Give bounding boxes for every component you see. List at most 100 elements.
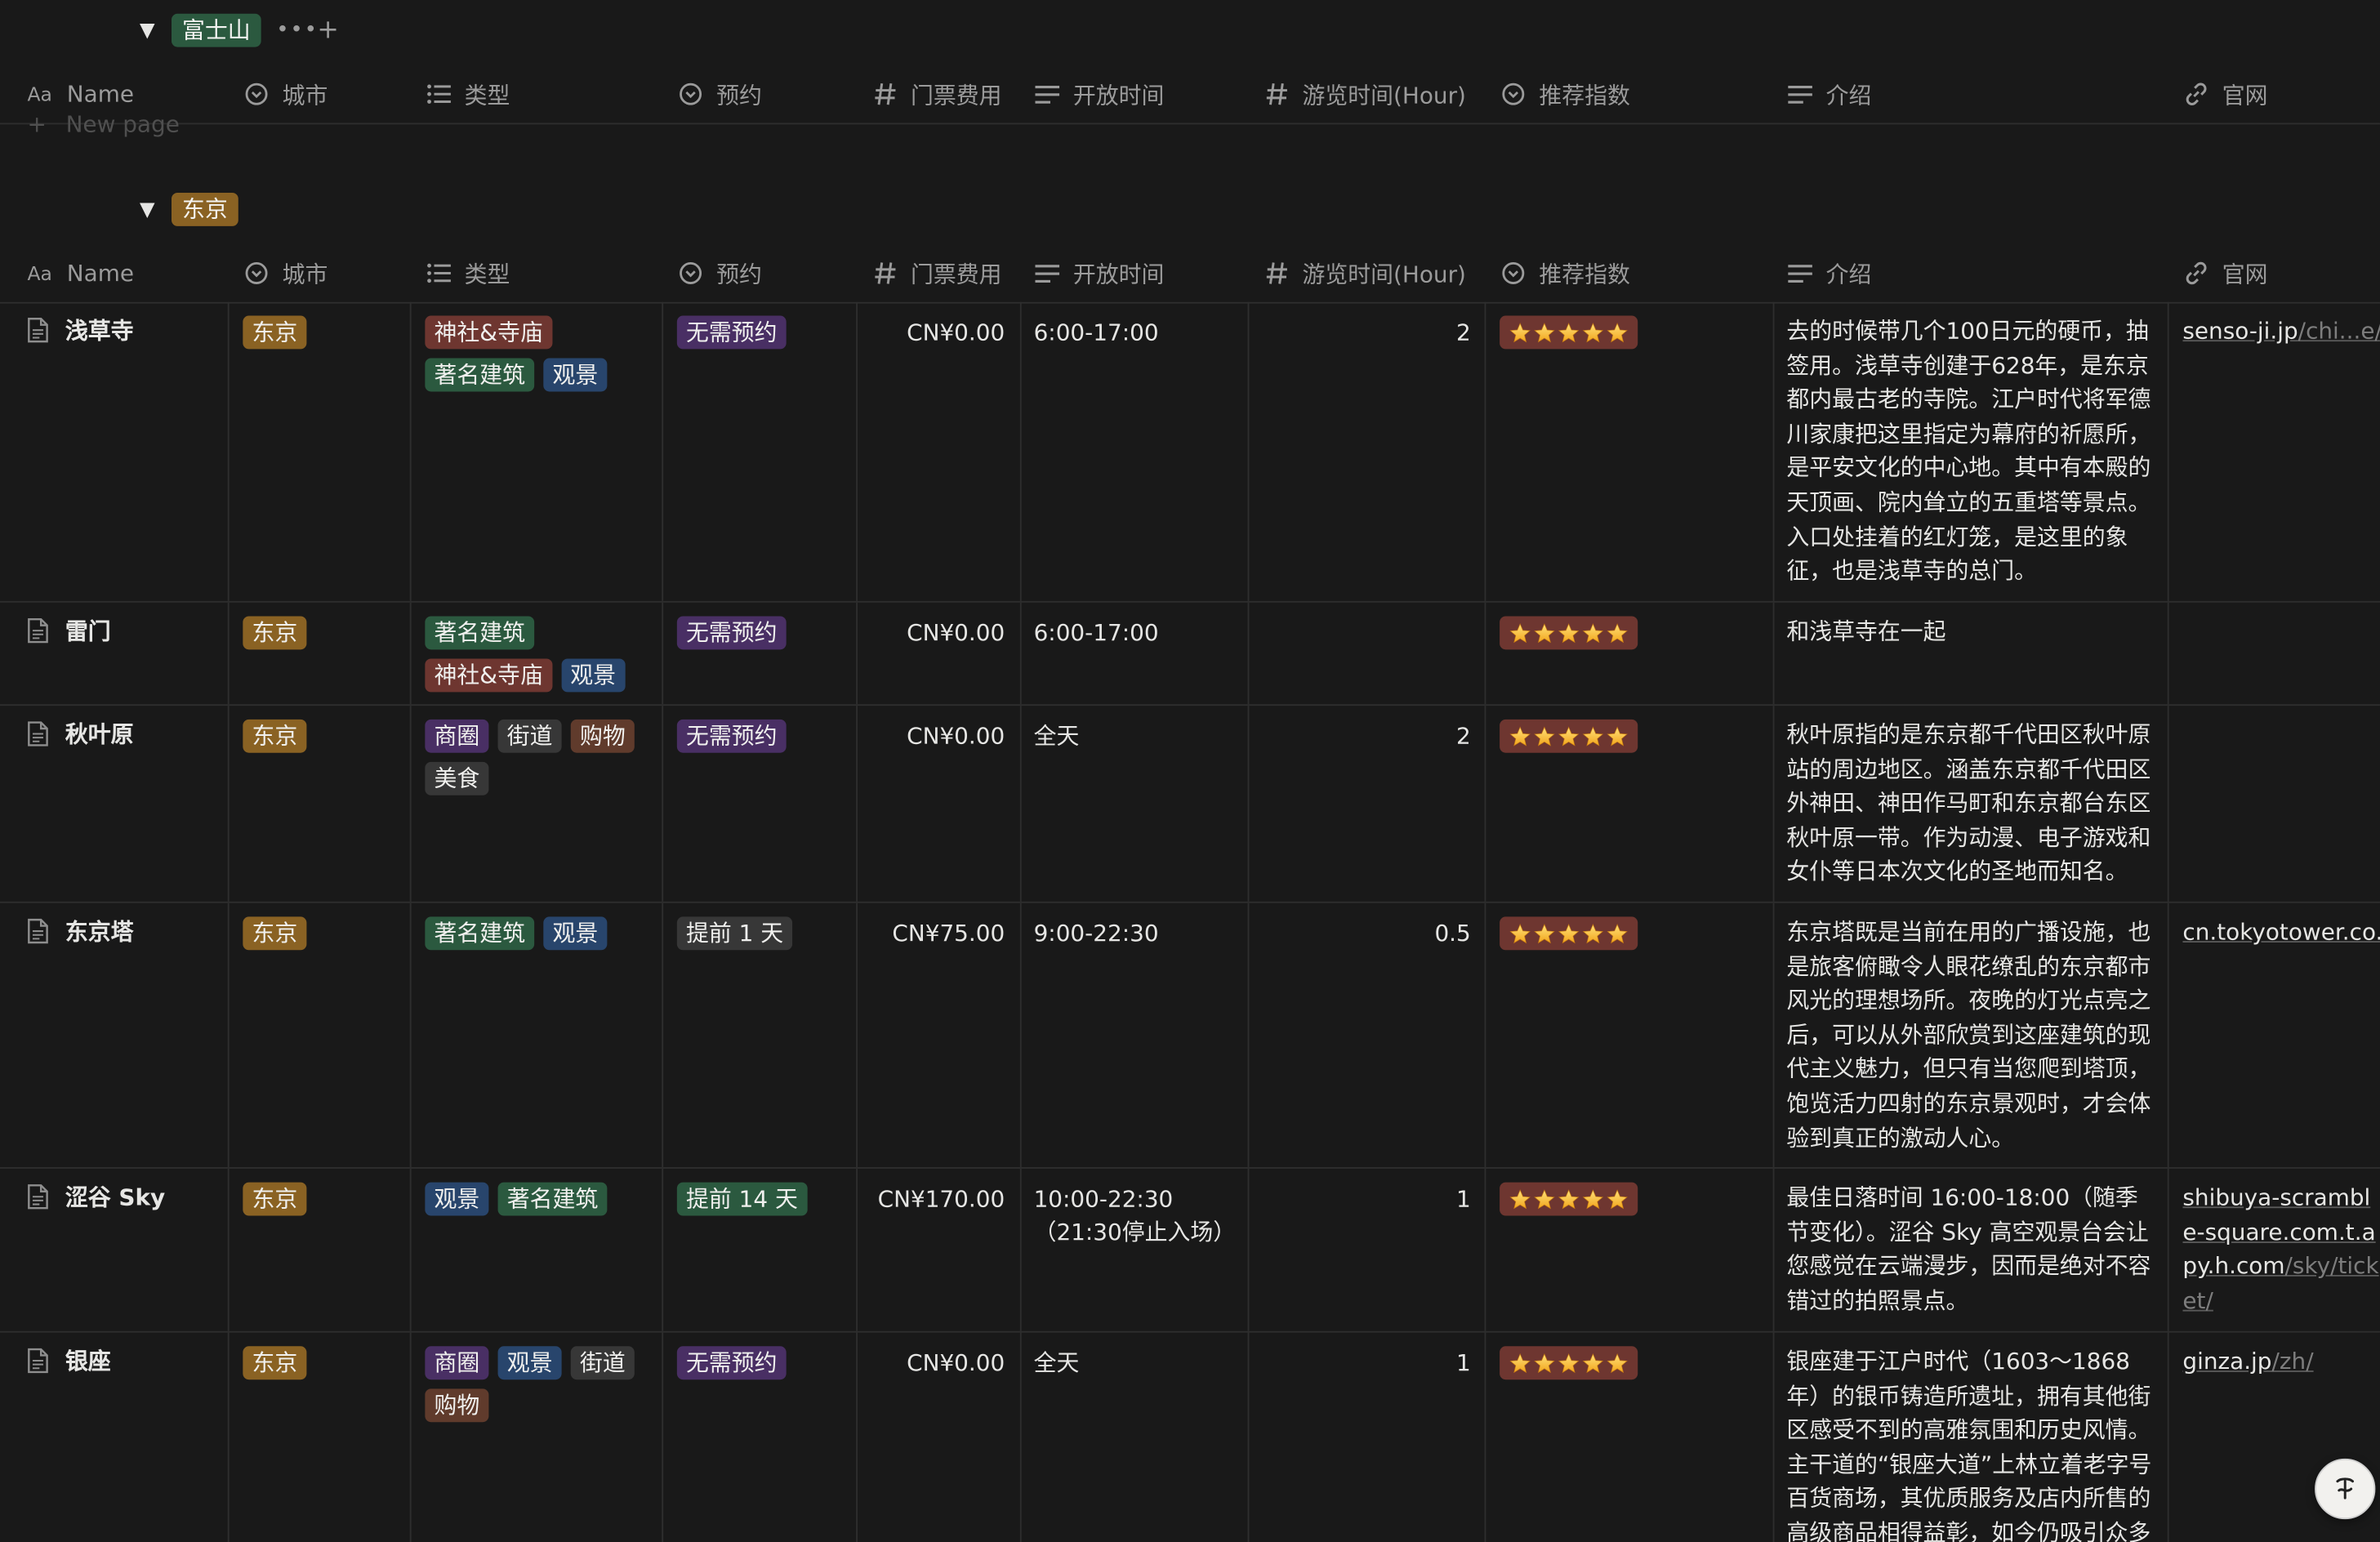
website-link-path[interactable]: /chi...e/k [2298, 317, 2380, 344]
cell-duration[interactable]: 2 [1248, 302, 1471, 348]
table-row[interactable]: 银座 东京 商圈 观景 街道 购物 无需预约 CN¥0.00 全天 1 银座建于江户时代（1603～… [0, 1332, 2380, 1542]
cell-website[interactable]: cn.tokyotower.co.jp [2182, 903, 2380, 950]
column-header-fee[interactable]: 门票费用 [871, 244, 1002, 302]
column-header-intro[interactable]: 介绍 [1786, 244, 1871, 302]
column-header-hours[interactable]: 开放时间 [1034, 244, 1164, 302]
cell-city[interactable]: 东京 [243, 603, 315, 659]
table-row[interactable]: 涩谷 Sky 东京 观景 著名建筑 提前 14 天 CN¥170.00 10:00-22:3… [0, 1168, 2380, 1333]
column-header-name[interactable]: Aa Name [27, 244, 134, 302]
column-header-booking[interactable]: 预约 [677, 244, 762, 302]
cell-name[interactable]: 浅草寺 [27, 302, 134, 346]
cell-type[interactable]: 商圈 街道 购物 美食 [425, 706, 653, 804]
cell-fee[interactable]: CN¥170.00 [856, 1169, 1005, 1214]
group-tag-tokyo[interactable]: 东京 [171, 193, 238, 226]
cell-intro[interactable]: 去的时候带几个100日元的硬币，抽签用。浅草寺创建于628年，是东京都内最古老的… [1786, 302, 2156, 599]
cell-hours[interactable]: 全天 [1034, 1333, 1243, 1380]
cell-website[interactable]: senso-ji.jp/chi...e/k [2182, 302, 2380, 349]
cell-duration[interactable]: 2 [1248, 706, 1471, 751]
cell-duration[interactable]: 0.5 [1248, 903, 1470, 949]
cell-type[interactable]: 观景 著名建筑 [425, 1169, 653, 1225]
cell-name[interactable]: 涩谷 Sky [27, 1169, 165, 1213]
column-header-city[interactable]: 城市 [243, 65, 328, 123]
column-header-type[interactable]: 类型 [425, 65, 510, 123]
cell-booking[interactable]: 无需预约 [676, 302, 796, 359]
cell-intro[interactable]: 最佳日落时间 16:00-18:00（随季节变化）。涩谷 Sky 高空观景台会让… [1786, 1169, 2156, 1330]
cell-hours[interactable]: 10:00-22:30 （21:30停止入场） [1034, 1169, 1243, 1249]
collapse-triangle-icon[interactable]: ▼ [140, 19, 155, 42]
cell-booking[interactable]: 无需预约 [676, 603, 796, 659]
page-title: 雷门 [65, 617, 111, 645]
cell-intro[interactable]: 东京塔既是当前在用的广播设施，也是旅客俯瞰令人眼花缭乱的东京都市风光的理想场所。… [1786, 903, 2156, 1165]
more-options-icon[interactable]: ••• [276, 18, 319, 42]
cell-duration[interactable]: 1 [1248, 1333, 1471, 1379]
table-row[interactable]: 浅草寺 东京 神社&寺庙 著名建筑 观景 无需预约 CN¥0.00 6:00-17:00 2 去的… [0, 301, 2380, 603]
cell-hours[interactable]: 9:00-22:30 [1034, 903, 1243, 951]
cell-booking[interactable]: 无需预约 [676, 1333, 796, 1389]
cell-city[interactable]: 东京 [243, 1333, 315, 1389]
column-header-website[interactable]: 官网 [2182, 65, 2267, 123]
column-header-city[interactable]: 城市 [243, 244, 328, 302]
cell-fee[interactable]: CN¥0.00 [856, 1333, 1005, 1379]
collapse-triangle-icon[interactable]: ▼ [140, 198, 155, 221]
column-header-booking[interactable]: 预约 [677, 65, 762, 123]
website-link[interactable]: senso-ji.jp [2182, 317, 2298, 344]
cell-hours[interactable]: 6:00-17:00 [1034, 302, 1243, 350]
column-header-fee[interactable]: 门票费用 [871, 65, 1002, 123]
cell-city[interactable]: 东京 [243, 302, 315, 359]
table-row[interactable]: 东京塔 东京 著名建筑 观景 提前 1 天 CN¥75.00 9:00-22:30 0.5 东京… [0, 902, 2380, 1169]
cell-booking[interactable]: 提前 14 天 [676, 1169, 816, 1225]
column-header-hours[interactable]: 开放时间 [1034, 65, 1164, 123]
cell-rating[interactable] [1500, 302, 1638, 350]
booking-tag: 提前 14 天 [676, 1182, 807, 1216]
cell-intro[interactable]: 和浅草寺在一起 [1786, 603, 2156, 703]
cell-rating[interactable] [1500, 1169, 1638, 1217]
website-link[interactable]: ginza.jp [2182, 1348, 2271, 1375]
cell-rating[interactable] [1500, 1333, 1638, 1381]
cell-type[interactable]: 神社&寺庙 著名建筑 观景 [425, 302, 653, 401]
cell-intro[interactable]: 秋叶原指的是东京都千代田区秋叶原站的周边地区。涵盖东京都千代田区外神田、神田作马… [1786, 706, 2156, 900]
cell-fee[interactable]: CN¥0.00 [856, 603, 1005, 648]
group-tag-fuji[interactable]: 富士山 [171, 13, 261, 47]
website-link-path[interactable]: /zh/ [2272, 1348, 2314, 1375]
cell-intro[interactable]: 银座建于江户时代（1603～1868年）的银币铸造所遗址，拥有其他街区感受不到的… [1786, 1333, 2156, 1542]
cell-rating[interactable] [1500, 706, 1638, 754]
column-header-rating[interactable]: 推荐指数 [1500, 244, 1630, 302]
help-button[interactable] [2315, 1458, 2376, 1520]
cell-name[interactable]: 银座 [27, 1333, 111, 1377]
cell-fee[interactable]: CN¥0.00 [856, 302, 1005, 348]
cell-rating[interactable] [1500, 603, 1638, 651]
cell-duration[interactable]: 1 [1248, 1169, 1471, 1214]
cell-website[interactable] [2182, 706, 2380, 718]
cell-name[interactable]: 雷门 [27, 603, 111, 647]
cell-name[interactable]: 东京塔 [27, 903, 134, 947]
column-header-duration[interactable]: 游览时间(Hour) [1263, 65, 1466, 123]
table-row[interactable]: 秋叶原 东京 商圈 街道 购物 美食 无需预约 CN¥0.00 全天 2 秋叶原指的是东京都千代田区… [0, 706, 2380, 903]
new-page-button[interactable]: + New page [27, 111, 179, 138]
cell-type[interactable]: 著名建筑 神社&寺庙 观景 [425, 603, 653, 702]
cell-city[interactable]: 东京 [243, 1169, 315, 1225]
cell-rating[interactable] [1500, 903, 1638, 951]
cell-hours[interactable]: 6:00-17:00 [1034, 603, 1243, 650]
column-header-duration[interactable]: 游览时间(Hour) [1263, 244, 1466, 302]
column-header-intro[interactable]: 介绍 [1786, 65, 1871, 123]
cell-city[interactable]: 东京 [243, 903, 315, 960]
column-header-website[interactable]: 官网 [2182, 244, 2267, 302]
cell-name[interactable]: 秋叶原 [27, 706, 134, 750]
column-header-rating[interactable]: 推荐指数 [1500, 65, 1630, 123]
cell-website[interactable]: ginza.jp/zh/ [2182, 1333, 2380, 1379]
cell-city[interactable]: 东京 [243, 706, 315, 762]
website-link[interactable]: cn.tokyotower.co.jp [2182, 918, 2380, 945]
add-icon[interactable]: + [317, 16, 338, 46]
cell-fee[interactable]: CN¥0.00 [856, 706, 1005, 751]
cell-booking[interactable]: 提前 1 天 [676, 903, 802, 960]
table-row[interactable]: 雷门 东京 著名建筑 神社&寺庙 观景 无需预约 CN¥0.00 6:00-17:00 和浅草寺… [0, 602, 2380, 706]
cell-fee[interactable]: CN¥75.00 [856, 903, 1005, 949]
cell-website[interactable] [2182, 603, 2380, 615]
cell-type[interactable]: 著名建筑 观景 [425, 903, 653, 960]
cell-type[interactable]: 商圈 观景 街道 购物 [425, 1333, 653, 1432]
cell-booking[interactable]: 无需预约 [676, 706, 796, 762]
cell-duration[interactable] [1248, 603, 1471, 618]
cell-hours[interactable]: 全天 [1034, 706, 1243, 753]
cell-website[interactable]: shibuya-scramble-square.com.t.apy.h.com/… [2182, 1169, 2380, 1318]
column-header-type[interactable]: 类型 [425, 244, 510, 302]
